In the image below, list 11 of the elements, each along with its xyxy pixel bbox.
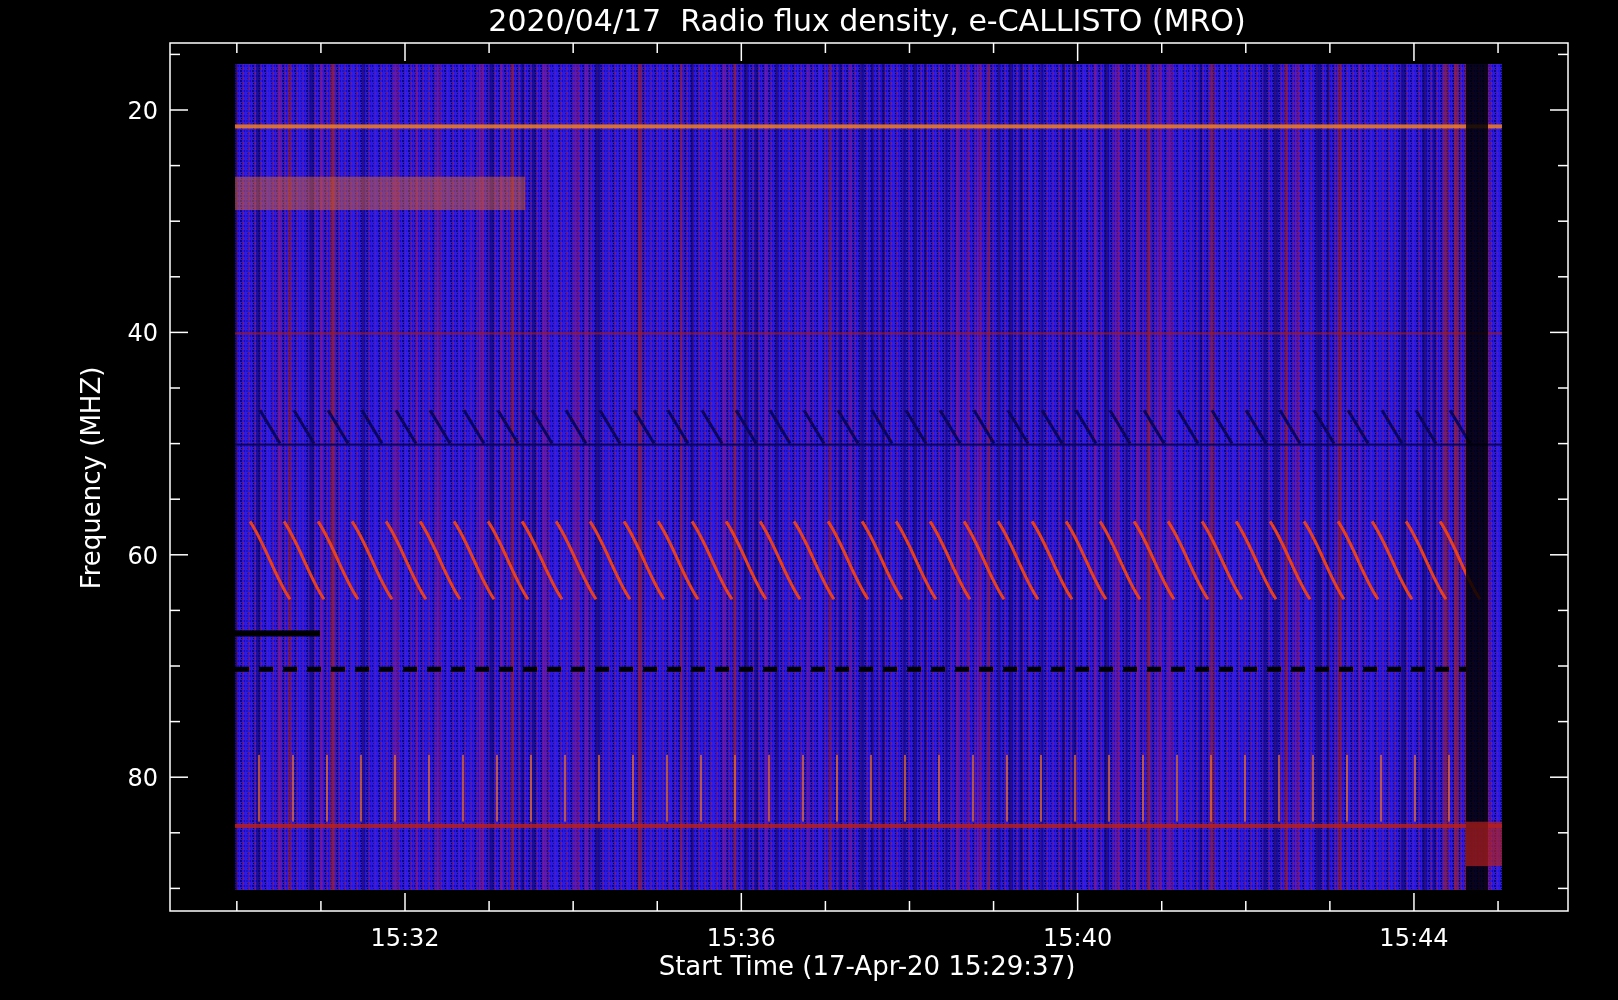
x-tick-label: 15:40 [1043, 924, 1113, 952]
plot-title: 2020/04/17 Radio flux density, e-CALLISTO (MRO) [488, 3, 1246, 38]
x-tick-label: 15:44 [1379, 924, 1449, 952]
y-tick-label: 40 [127, 319, 158, 348]
y-tick-label: 60 [127, 541, 158, 570]
y-tick-label: 20 [127, 97, 158, 125]
x-tick-label: 15:32 [370, 924, 440, 952]
x-axis-label: Start Time (17-Apr-20 15:29:37) [658, 951, 1076, 981]
y-tick-label: 80 [127, 764, 158, 793]
y-axis-label: Frequency (MHZ) [76, 366, 106, 590]
x-tick-label: 15:36 [706, 924, 776, 952]
